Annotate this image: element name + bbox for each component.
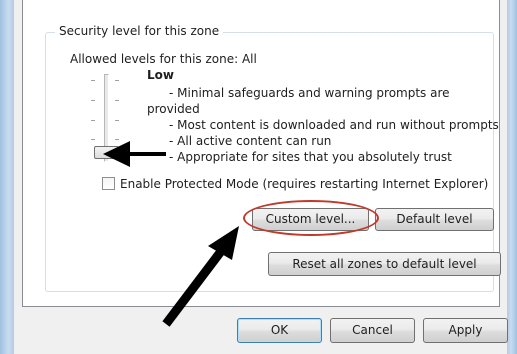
protected-mode-label: Enable Protected Mode (requires restarti… <box>120 177 489 191</box>
reset-all-zones-button[interactable]: Reset all zones to default level <box>268 252 501 276</box>
slider-tick <box>91 139 95 140</box>
slider-tick <box>115 80 119 81</box>
protected-mode-checkbox[interactable] <box>102 177 115 190</box>
default-level-button[interactable]: Default level <box>375 208 494 231</box>
slider-tick <box>115 120 119 121</box>
level-description-line: - All active content can run <box>169 134 332 148</box>
level-description-line: - Most content is downloaded and run wit… <box>169 118 499 132</box>
custom-level-button[interactable]: Custom level... <box>252 208 369 231</box>
security-level-name: Low <box>147 68 174 82</box>
cancel-button[interactable]: Cancel <box>330 318 415 343</box>
level-description-line: - Minimal safeguards and warning prompts… <box>169 86 450 100</box>
window-frame-right <box>507 0 517 354</box>
ok-button[interactable]: OK <box>237 318 322 343</box>
slider-tick <box>91 120 95 121</box>
apply-button[interactable]: Apply <box>423 318 508 343</box>
level-description-line: - Appropriate for sites that you absolut… <box>169 150 452 164</box>
security-level-group-title: Security level for this zone <box>55 24 224 38</box>
security-level-slider-thumb[interactable] <box>94 146 119 159</box>
window-frame-left <box>0 0 14 354</box>
level-description-line: provided <box>147 102 200 116</box>
slider-tick <box>115 139 119 140</box>
allowed-levels-label: Allowed levels for this zone: All <box>70 52 257 66</box>
slider-tick <box>91 100 95 101</box>
protected-mode-option[interactable]: Enable Protected Mode (requires restarti… <box>102 177 488 191</box>
security-tab-panel: Security level for this zone Allowed lev… <box>22 0 501 307</box>
slider-tick <box>91 80 95 81</box>
slider-tick <box>115 100 119 101</box>
internet-options-dialog: Security level for this zone Allowed lev… <box>14 0 508 354</box>
